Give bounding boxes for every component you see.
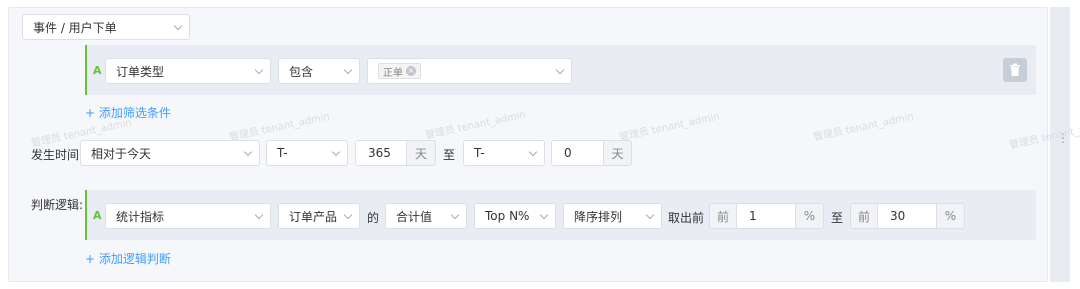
filter-operator-value: 包含: [289, 64, 314, 79]
logic-metric-select[interactable]: 统计指标: [105, 203, 271, 229]
logic-rank-value: Top N%: [485, 209, 530, 223]
condition-letter: A: [93, 64, 102, 77]
logic-to-label: 至: [831, 211, 844, 225]
time-end-input[interactable]: 0: [551, 140, 604, 166]
time-label: 发生时间:: [31, 148, 84, 162]
logic-to-input[interactable]: 30: [877, 203, 937, 229]
chevron-down-icon: [254, 210, 264, 220]
tag-label: 正单: [383, 67, 403, 79]
time-end-unit: 天: [603, 140, 632, 166]
delete-filter-button[interactable]: [1003, 58, 1027, 82]
logic-agg-value: 合计值: [396, 209, 433, 224]
chevron-down-icon: [450, 210, 460, 220]
logic-agg-select[interactable]: 合计值: [385, 203, 467, 229]
time-start-input[interactable]: 365: [355, 140, 407, 166]
chevron-down-icon: [555, 65, 565, 75]
logic-field-value: 订单产品: [289, 209, 338, 224]
trash-icon: [1010, 63, 1020, 76]
logic-to-prefix: 前: [850, 203, 878, 229]
logic-field-select[interactable]: 订单产品: [278, 203, 360, 229]
filter-value-multiselect[interactable]: 正单 ×: [367, 58, 572, 84]
filter-field-select[interactable]: 订单类型: [105, 58, 271, 84]
logic-of-label: 的: [367, 211, 380, 225]
chevron-down-icon: [243, 147, 253, 157]
tag-remove-icon[interactable]: ×: [406, 66, 416, 76]
time-end-prefix-value: T-: [474, 146, 485, 160]
logic-rank-select[interactable]: Top N%: [474, 203, 556, 229]
chevron-down-icon: [645, 210, 655, 220]
chevron-down-icon: [539, 210, 549, 220]
logic-order-value: 降序排列: [574, 209, 623, 224]
filter-value-tag: 正单 ×: [378, 63, 421, 79]
time-end-prefix-select[interactable]: T-: [463, 140, 545, 166]
time-to-label: 至: [443, 148, 456, 162]
filter-field-value: 订单类型: [116, 64, 165, 79]
event-select[interactable]: 事件 / 用户下单: [22, 14, 190, 40]
logic-order-select[interactable]: 降序排列: [563, 203, 662, 229]
chevron-down-icon: [343, 210, 353, 220]
chevron-down-icon: [254, 65, 264, 75]
logic-metric-value: 统计指标: [116, 209, 165, 224]
chevron-down-icon: [528, 147, 538, 157]
logic-label: 判断逻辑:: [31, 198, 84, 212]
time-relative-select[interactable]: 相对于今天: [80, 140, 260, 166]
condition-letter: A: [93, 209, 102, 222]
time-start-prefix-select[interactable]: T-: [266, 140, 348, 166]
add-logic-link[interactable]: + 添加逻辑判断: [85, 250, 171, 267]
chevron-down-icon: [173, 21, 183, 31]
chevron-down-icon: [343, 65, 353, 75]
add-filter-link[interactable]: + 添加筛选条件: [85, 104, 171, 121]
event-select-value: 事件 / 用户下单: [33, 20, 117, 35]
chevron-down-icon: [331, 147, 341, 157]
time-start-prefix-value: T-: [277, 146, 288, 160]
logic-from-prefix: 前: [709, 203, 737, 229]
vertical-scrollbar[interactable]: ⋮: [1050, 7, 1070, 282]
logic-take-label: 取出前: [668, 211, 705, 225]
logic-to-unit: %: [936, 203, 965, 229]
filter-operator-select[interactable]: 包含: [278, 58, 360, 84]
time-relative-value: 相对于今天: [91, 146, 152, 161]
logic-from-input[interactable]: 1: [736, 203, 796, 229]
logic-from-unit: %: [795, 203, 824, 229]
time-start-unit: 天: [406, 140, 436, 166]
